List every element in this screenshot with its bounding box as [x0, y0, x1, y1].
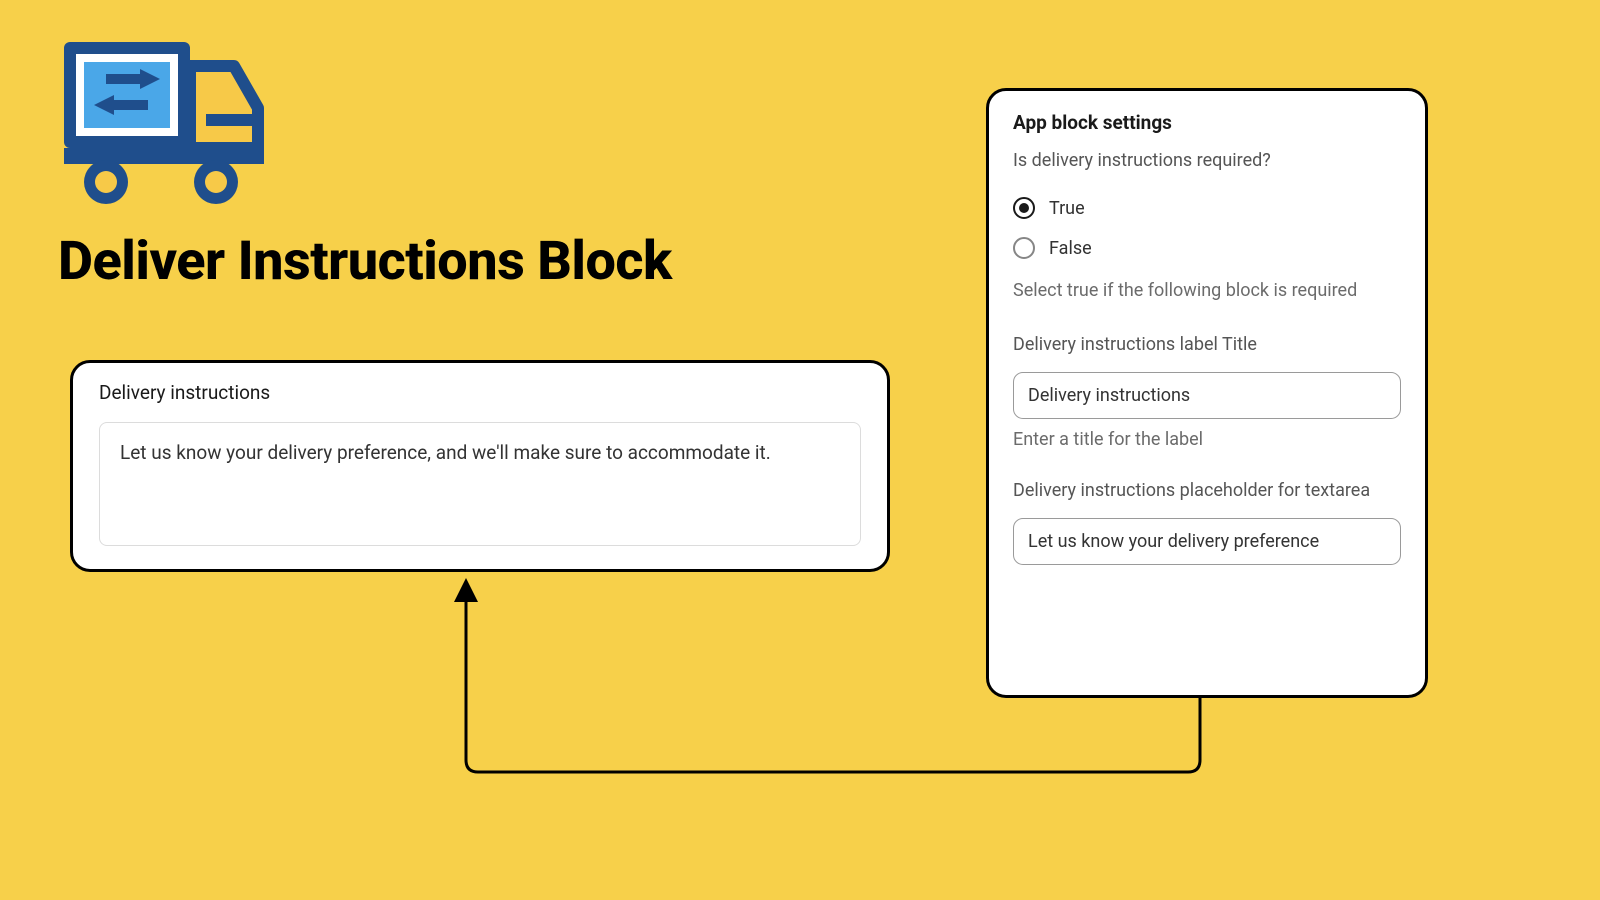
placeholder-field-label: Delivery instructions placeholder for te… — [1013, 478, 1401, 504]
settings-title: App block settings — [1013, 111, 1401, 134]
delivery-instructions-preview: Delivery instructions — [70, 360, 890, 572]
placeholder-input[interactable] — [1013, 518, 1401, 565]
radio-option-true[interactable]: True — [1013, 197, 1401, 219]
settings-required-question: Is delivery instructions required? — [1013, 150, 1401, 171]
delivery-instructions-textarea[interactable] — [99, 422, 861, 546]
label-title-input[interactable] — [1013, 372, 1401, 419]
settings-required-helper: Select true if the following block is re… — [1013, 277, 1401, 304]
app-block-settings-panel: App block settings Is delivery instructi… — [986, 88, 1428, 698]
radio-icon — [1013, 197, 1035, 219]
label-title-field-label: Delivery instructions label Title — [1013, 332, 1401, 358]
radio-label-true: True — [1049, 198, 1085, 219]
delivery-instructions-label: Delivery instructions — [99, 381, 861, 404]
radio-label-false: False — [1049, 238, 1092, 259]
radio-icon — [1013, 237, 1035, 259]
radio-option-false[interactable]: False — [1013, 237, 1401, 259]
delivery-truck-icon — [58, 36, 268, 206]
page-title: Deliver Instructions Block — [58, 230, 672, 293]
label-title-helper: Enter a title for the label — [1013, 429, 1401, 450]
